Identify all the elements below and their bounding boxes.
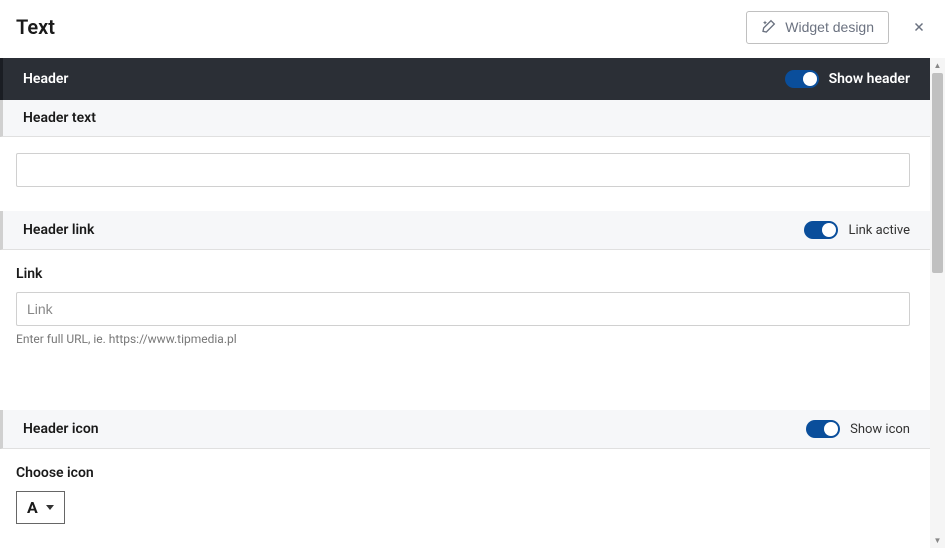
- link-active-toggle-group: Link active: [804, 221, 910, 239]
- link-active-label: Link active: [848, 223, 910, 238]
- section-title-header-text: Header text: [23, 110, 96, 126]
- section-title-header-link: Header link: [23, 222, 94, 238]
- show-icon-toggle-group: Show icon: [806, 420, 910, 438]
- close-icon: [912, 20, 926, 34]
- show-icon-label: Show icon: [850, 422, 910, 437]
- link-field-label: Link: [16, 266, 910, 282]
- section-header-header-text[interactable]: Header text: [0, 100, 930, 137]
- scrollbar[interactable]: ▲ ▼: [930, 58, 945, 548]
- selected-icon-glyph: A: [27, 498, 38, 517]
- section-header-header[interactable]: Header Show header: [0, 58, 930, 100]
- scrollbar-track[interactable]: [930, 73, 945, 533]
- close-button[interactable]: [909, 17, 929, 37]
- widget-design-label: Widget design: [785, 19, 874, 35]
- scrollbar-thumb[interactable]: [932, 73, 943, 273]
- link-hint: Enter full URL, ie. https://www.tipmedia…: [16, 332, 910, 346]
- section-header-header-link[interactable]: Header link Link active: [0, 211, 930, 250]
- show-header-toggle-group: Show header: [785, 70, 910, 88]
- show-header-toggle[interactable]: [785, 70, 819, 88]
- icon-selector-button[interactable]: A: [16, 491, 65, 524]
- section-body-header-link: Link Enter full URL, ie. https://www.tip…: [0, 250, 930, 370]
- link-input[interactable]: [16, 292, 910, 326]
- section-body-header-icon: Choose icon A: [0, 449, 930, 548]
- top-right-controls: Widget design: [746, 11, 929, 44]
- section-body-header-text: [0, 137, 930, 211]
- content-area: Header Show header Header text Header li…: [0, 58, 945, 548]
- choose-icon-label: Choose icon: [16, 465, 910, 481]
- link-active-toggle[interactable]: [804, 221, 838, 239]
- show-header-label: Show header: [829, 71, 910, 87]
- scrollbar-down-arrow-icon[interactable]: ▼: [930, 533, 945, 548]
- page-title: Text: [16, 15, 55, 39]
- header-text-input[interactable]: [16, 153, 910, 187]
- top-bar: Text Widget design: [0, 0, 945, 58]
- magic-wand-icon: [761, 18, 777, 37]
- widget-design-button[interactable]: Widget design: [746, 11, 889, 44]
- section-title-header-icon: Header icon: [23, 421, 99, 437]
- show-icon-toggle[interactable]: [806, 420, 840, 438]
- chevron-down-icon: [46, 505, 54, 510]
- section-header-header-icon[interactable]: Header icon Show icon: [0, 410, 930, 449]
- section-title-header: Header: [23, 71, 68, 87]
- scrollbar-up-arrow-icon[interactable]: ▲: [930, 58, 945, 73]
- spacer: [0, 370, 930, 410]
